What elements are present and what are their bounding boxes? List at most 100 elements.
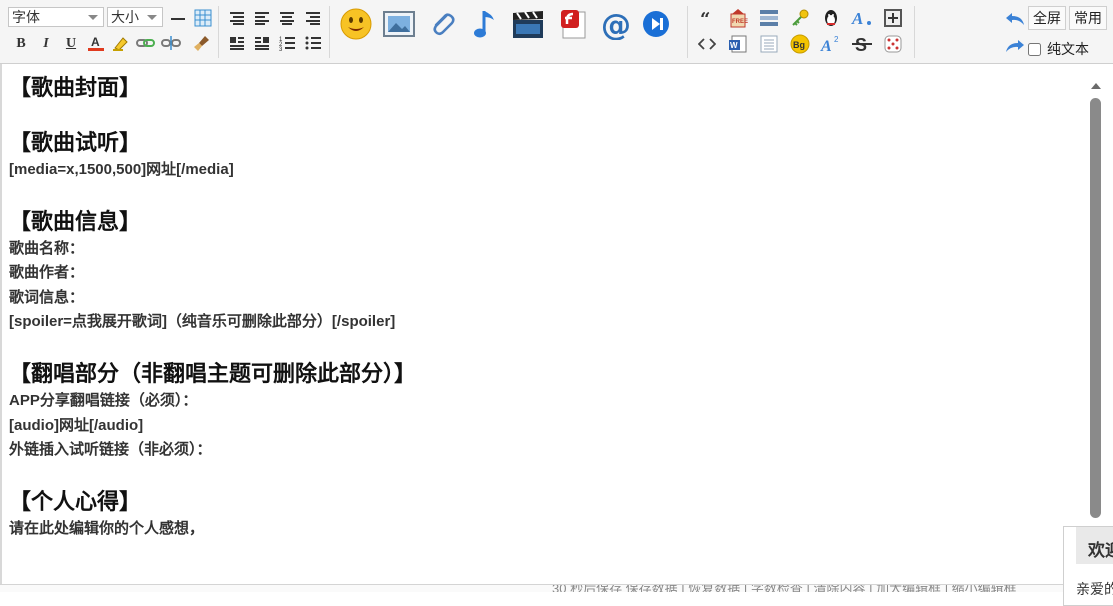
quote-icon: “ (700, 10, 710, 26)
font-select[interactable]: 字体 (8, 7, 104, 27)
link-icon (136, 39, 155, 47)
plain-text-toggle[interactable]: 纯文本 (1028, 39, 1089, 59)
underline-button[interactable]: U (61, 34, 81, 54)
quote-button[interactable]: “ (696, 7, 718, 29)
insert-image-button[interactable] (381, 6, 417, 42)
align-left-icon (230, 12, 244, 25)
undo-button[interactable] (1004, 8, 1026, 30)
hide-content-button[interactable] (758, 7, 780, 29)
highlighter-icon (113, 37, 128, 51)
editor-line: [audio]网址[/audio] (9, 416, 144, 434)
plain-text-checkbox[interactable] (1028, 42, 1041, 56)
align-justify-button[interactable] (252, 8, 272, 28)
align-center-button[interactable] (277, 8, 297, 28)
align-right-icon (306, 12, 320, 25)
bg-color-icon: Bg (790, 34, 810, 54)
editor-heading: 【歌曲封面】 (9, 75, 142, 100)
scroll-thumb[interactable] (1090, 98, 1101, 518)
clapperboard-icon (513, 11, 543, 38)
editor-line: [media=x,1500,500]网址[/media] (9, 160, 234, 178)
svg-text:Bg: Bg (793, 40, 805, 50)
size-select-value: 大小 (111, 9, 139, 25)
insert-link-button[interactable] (136, 33, 156, 53)
editor-heading: 【个人心得】 (9, 489, 142, 514)
font-style-button[interactable]: A (851, 7, 873, 29)
insert-music-button[interactable] (467, 6, 503, 42)
more-button[interactable] (882, 7, 904, 29)
plain-text-label: 纯文本 (1047, 41, 1089, 57)
code-button[interactable] (696, 33, 718, 55)
editor-line: 歌词信息： (9, 288, 85, 306)
font-color-icon: A (88, 35, 104, 51)
editor-line: 请在此处编辑你的个人感想， (9, 520, 205, 537)
password-button[interactable] (789, 7, 811, 29)
editor-line: 歌曲名称： (9, 239, 85, 257)
insert-video-button[interactable] (510, 6, 546, 42)
remove-link-button[interactable] (161, 33, 181, 53)
svg-text:2: 2 (834, 35, 839, 44)
toolbar-separator (218, 6, 219, 58)
background-color-button[interactable]: Bg (789, 33, 811, 55)
welcome-popup[interactable]: 欢迎 亲爱的 (1063, 526, 1113, 606)
hide-icon (760, 10, 778, 26)
clear-format-button[interactable] (192, 33, 212, 53)
insert-table-button[interactable] (193, 8, 213, 28)
free-button[interactable]: FREE (727, 7, 749, 29)
editor-blank-line (9, 335, 1086, 360)
strikethrough-button[interactable]: S (851, 33, 873, 55)
superscript-icon: A2 (820, 35, 839, 54)
horizontal-rule-button[interactable] (168, 8, 188, 28)
superscript-button[interactable]: A2 (820, 33, 842, 55)
align-left-button[interactable] (227, 8, 247, 28)
editor-content[interactable]: 【歌曲封面】 【歌曲试听】 [media=x,1500,500]网址[/media… (9, 73, 1086, 542)
emoji-button[interactable] (338, 6, 374, 42)
common-button[interactable]: 常用 (1069, 6, 1107, 30)
code-icon (698, 38, 716, 50)
smiley-icon (340, 8, 372, 40)
editor-area[interactable]: 【歌曲封面】 【歌曲试听】 [media=x,1500,500]网址[/media… (0, 64, 1086, 584)
dice-icon (884, 35, 902, 53)
fullscreen-button[interactable]: 全屏 (1028, 6, 1066, 30)
font-style-icon: A (851, 9, 871, 28)
page-break-icon (760, 35, 778, 53)
insert-flash-button[interactable] (555, 6, 591, 42)
attachment-button[interactable] (424, 6, 460, 42)
mention-button[interactable]: @ (598, 6, 634, 42)
word-paste-icon: W (729, 35, 747, 53)
play-pause-icon (643, 11, 669, 37)
page-break-button[interactable] (758, 33, 780, 55)
unordered-list-button[interactable] (303, 33, 323, 53)
unordered-list-icon (305, 36, 321, 50)
svg-text:“: “ (700, 10, 710, 26)
free-tag-icon: FREE (730, 9, 748, 28)
strikethrough-icon: S (852, 35, 872, 54)
align-right-button[interactable] (303, 8, 323, 28)
font-color-button[interactable]: A (86, 33, 106, 53)
size-select[interactable]: 大小 (107, 7, 163, 27)
highlight-button[interactable] (111, 33, 131, 53)
key-icon (792, 9, 809, 26)
redo-button[interactable] (1004, 35, 1026, 57)
welcome-popup-title: 欢迎 (1088, 541, 1113, 560)
table-icon (194, 9, 212, 27)
svg-text:A: A (91, 35, 100, 49)
editor-scrollbar[interactable] (1086, 64, 1106, 584)
flash-icon (561, 10, 586, 39)
svg-text:A: A (851, 9, 863, 28)
horizontal-line-icon (171, 18, 185, 20)
music-note-icon (474, 11, 494, 38)
bold-button[interactable]: B (11, 34, 31, 54)
svg-text:@: @ (601, 8, 631, 40)
insert-player-button[interactable] (638, 6, 674, 42)
float-right-button[interactable] (252, 33, 272, 53)
dice-button[interactable] (882, 33, 904, 55)
qq-button[interactable] (820, 7, 842, 29)
ordered-list-button[interactable]: 123 (277, 33, 297, 53)
float-left-icon (230, 37, 244, 50)
italic-button[interactable]: I (36, 34, 56, 54)
redo-icon (1006, 40, 1024, 52)
paste-word-button[interactable]: W (727, 33, 749, 55)
float-left-button[interactable] (227, 33, 247, 53)
scroll-up-arrow-icon[interactable] (1091, 83, 1101, 89)
svg-text:3: 3 (279, 47, 283, 51)
